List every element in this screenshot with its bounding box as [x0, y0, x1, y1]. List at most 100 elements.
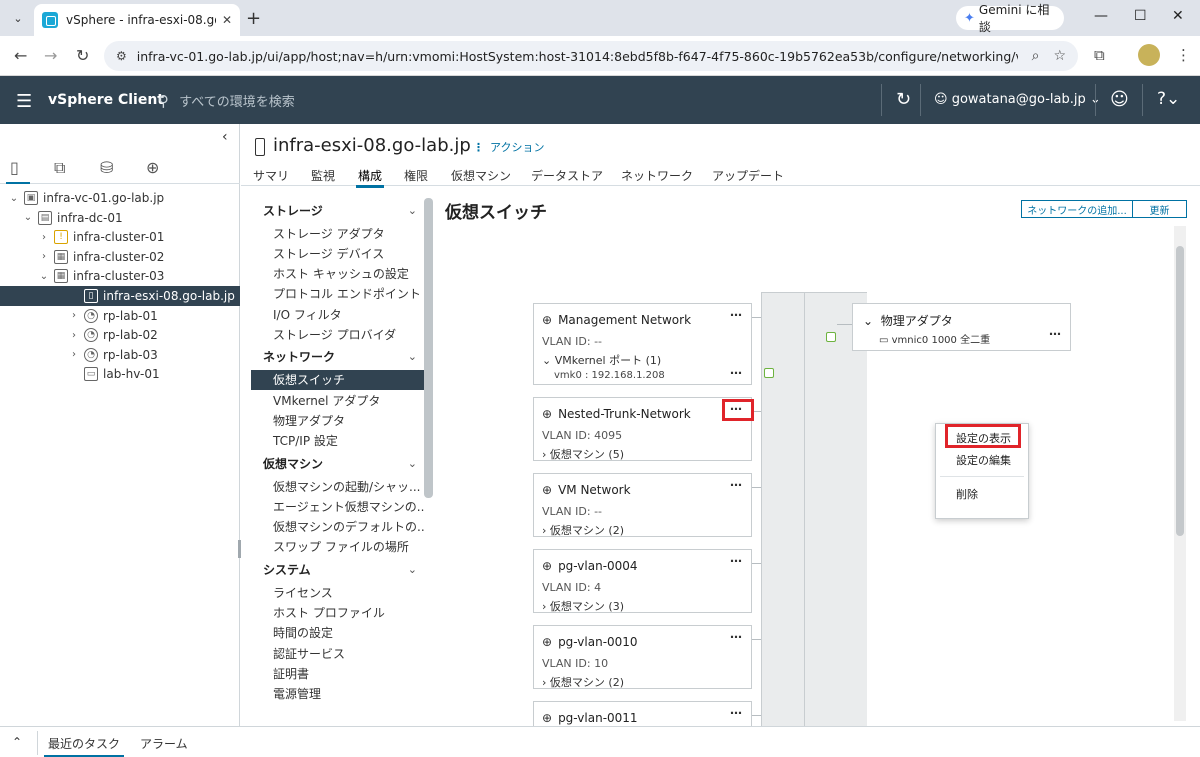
tree-item[interactable]: ⌄ ▤ infra-dc-01: [0, 208, 240, 228]
tab-7[interactable]: アップデート: [712, 167, 784, 184]
zoom-icon[interactable]: ⌕: [1032, 48, 1040, 64]
url-text[interactable]: infra-vc-01.go-lab.jp/ui/app/host;nav=h/…: [137, 49, 1018, 64]
forward-icon[interactable]: →: [44, 46, 57, 65]
config-section-header[interactable]: 仮想マシン ⌄: [251, 453, 425, 473]
tree-item[interactable]: ▭ lab-hv-01: [0, 364, 240, 384]
port-group-title[interactable]: ⊕ pg-vlan-0004: [542, 559, 638, 573]
browser-menu-icon[interactable]: ⋮: [1176, 46, 1191, 64]
collapse-panel-icon[interactable]: ‹: [222, 129, 228, 145]
config-nav-item[interactable]: ストレージ デバイス: [251, 243, 425, 263]
config-nav-item[interactable]: 仮想マシンのデフォルトの...: [251, 517, 425, 537]
config-nav-item[interactable]: 仮想スイッチ: [251, 369, 425, 390]
menu-item-delete[interactable]: 削除: [936, 484, 1028, 504]
tab-2[interactable]: 構成: [355, 167, 385, 188]
networking-icon[interactable]: ⊕: [146, 158, 159, 177]
config-section-header[interactable]: システム ⌄: [251, 559, 425, 579]
config-section-header[interactable]: ストレージ ⌄: [251, 200, 425, 220]
chevron-right-icon[interactable]: ›: [38, 232, 50, 243]
extensions-icon[interactable]: ⧉: [1094, 46, 1105, 64]
tab-5[interactable]: データストア: [531, 167, 603, 184]
hamburger-menu-icon[interactable]: ☰: [16, 91, 32, 112]
config-nav-item[interactable]: ライセンス: [251, 582, 425, 602]
feedback-smiley-icon[interactable]: ☺: [1110, 89, 1129, 110]
port-group-members[interactable]: › 仮想マシン (2): [542, 522, 624, 538]
config-nav-item[interactable]: スワップ ファイルの場所: [251, 537, 425, 557]
chevron-right-icon[interactable]: ›: [68, 310, 80, 321]
tab-1[interactable]: 監視: [311, 167, 335, 184]
chevron-right-icon[interactable]: ›: [38, 251, 50, 262]
tree-item[interactable]: ⌄ ▦ infra-cluster-03: [0, 266, 240, 286]
url-bar[interactable]: ⚙ infra-vc-01.go-lab.jp/ui/app/host;nav=…: [104, 41, 1078, 71]
port-group-members[interactable]: › 仮想マシン (2): [542, 674, 624, 690]
more-actions-icon[interactable]: ⋯: [730, 366, 743, 380]
tree-item[interactable]: ⌄ ▣ infra-vc-01.go-lab.jp: [0, 188, 240, 208]
tree-item[interactable]: ›! infra-cluster-01: [0, 227, 240, 247]
maximize-icon[interactable]: ☐: [1134, 8, 1147, 24]
minimize-icon[interactable]: —: [1094, 8, 1108, 24]
content-scroll-thumb[interactable]: [1176, 246, 1184, 536]
config-nav-item[interactable]: ホスト プロファイル: [251, 603, 425, 623]
chevron-right-icon[interactable]: ›: [68, 330, 80, 341]
hosts-clusters-icon[interactable]: ▯: [10, 158, 19, 177]
more-actions-icon[interactable]: ⋯: [730, 554, 743, 568]
config-nav-item[interactable]: VMkernel アダプタ: [251, 390, 425, 410]
port-group-members[interactable]: › 仮想マシン (3): [542, 598, 624, 614]
tab-0[interactable]: サマリ: [253, 167, 289, 184]
tree-item[interactable]: › ◔ rp-lab-01: [0, 306, 240, 326]
config-nav-item[interactable]: ホスト キャッシュの設定: [251, 264, 425, 284]
config-nav-item[interactable]: 仮想マシンの起動/シャッ...: [251, 476, 425, 496]
tree-item[interactable]: › ▦ infra-cluster-02: [0, 247, 240, 267]
config-nav-item[interactable]: 認証サービス: [251, 643, 425, 663]
tab-4[interactable]: 仮想マシン: [451, 167, 511, 184]
storage-icon[interactable]: ⛁: [100, 158, 113, 177]
more-actions-icon[interactable]: ⋯: [1049, 327, 1062, 341]
config-nav-item[interactable]: 物理アダプタ: [251, 410, 425, 430]
tab-alarms[interactable]: アラーム: [140, 735, 188, 752]
global-search[interactable]: ⚲ すべての環境を検索: [158, 91, 295, 110]
chevron-right-icon[interactable]: ›: [68, 349, 80, 360]
port-group-title[interactable]: ⊕ pg-vlan-0011: [542, 711, 638, 725]
config-nav-item[interactable]: I/O フィルタ: [251, 304, 425, 324]
tab-6[interactable]: ネットワーク: [621, 167, 693, 184]
user-menu[interactable]: ☺ gowatana@go-lab.jp ⌄: [934, 92, 1101, 107]
config-nav-item[interactable]: プロトコル エンドポイント: [251, 284, 425, 304]
more-actions-icon[interactable]: ⋯: [730, 706, 743, 720]
vms-templates-icon[interactable]: ⧉: [54, 158, 65, 178]
site-info-icon[interactable]: ⚙: [116, 49, 127, 63]
actions-menu[interactable]: ⋮ アクション: [473, 139, 544, 155]
more-actions-icon[interactable]: ⋯: [730, 630, 743, 644]
add-network-button[interactable]: ネットワークの追加...: [1021, 200, 1133, 218]
content-scrollbar[interactable]: [1174, 226, 1186, 721]
more-actions-icon[interactable]: ⋯: [730, 478, 743, 492]
close-tab-icon[interactable]: ✕: [222, 13, 232, 27]
more-actions-icon[interactable]: ⋯: [730, 308, 743, 322]
physical-adapters-title[interactable]: ⌄ 物理アダプタ: [863, 312, 953, 329]
config-nav-item[interactable]: 証明書: [251, 663, 425, 683]
tree-item[interactable]: › ◔ rp-lab-03: [0, 345, 240, 365]
port-group-members[interactable]: ⌄ VMkernel ポート (1): [542, 352, 661, 368]
tab-3[interactable]: 権限: [404, 167, 428, 184]
config-nav-item[interactable]: TCP/IP 設定: [251, 431, 425, 451]
browser-tab[interactable]: vSphere - infra-esxi-08.go-lab.jp ✕: [34, 4, 240, 36]
port-group-title[interactable]: ⊕ pg-vlan-0010: [542, 635, 638, 649]
tree-item[interactable]: ▯ infra-esxi-08.go-lab.jp: [0, 286, 240, 306]
reload-icon[interactable]: ↻: [76, 46, 89, 65]
port-group-members[interactable]: › 仮想マシン (5): [542, 446, 624, 462]
config-nav-item[interactable]: 時間の設定: [251, 623, 425, 643]
port-group-title[interactable]: ⊕ Nested-Trunk-Network: [542, 407, 691, 421]
refresh-icon[interactable]: ↻: [896, 89, 911, 110]
close-window-icon[interactable]: ✕: [1172, 8, 1184, 24]
port-group-title[interactable]: ⊕ VM Network: [542, 483, 631, 497]
profile-avatar-icon[interactable]: [1138, 44, 1160, 66]
chevron-down-icon[interactable]: ⌄: [8, 193, 20, 204]
config-nav-item[interactable]: ストレージ アダプタ: [251, 223, 425, 243]
chevron-down-icon[interactable]: ⌄: [38, 271, 50, 282]
config-nav-scrollbar[interactable]: [424, 198, 433, 498]
new-tab-icon[interactable]: +: [246, 8, 261, 29]
port-group-title[interactable]: ⊕ Management Network: [542, 313, 691, 327]
config-nav-item[interactable]: 電源管理: [251, 684, 425, 704]
expand-panel-icon[interactable]: ⌃: [12, 735, 22, 749]
config-section-header[interactable]: ネットワーク ⌄: [251, 347, 425, 367]
bookmark-star-icon[interactable]: ☆: [1053, 48, 1066, 64]
tab-recent-tasks[interactable]: 最近のタスク: [43, 735, 125, 757]
